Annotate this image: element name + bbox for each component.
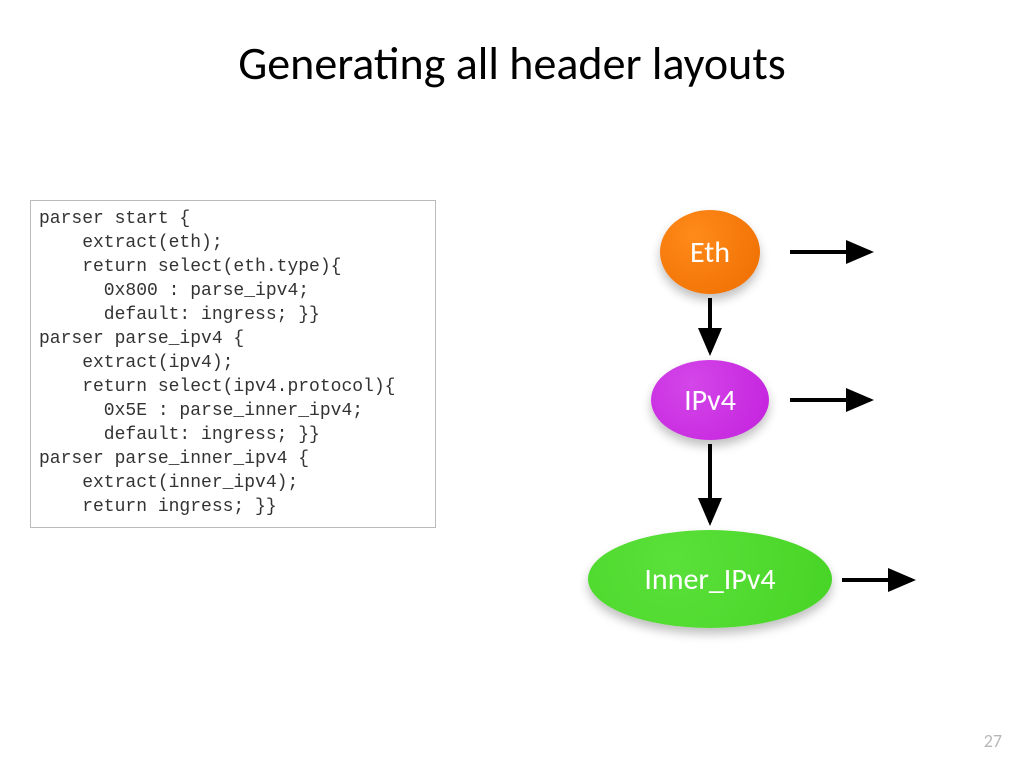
node-inner-ipv4: Inner_IPv4 [588, 530, 832, 628]
parser-code: parser start { extract(eth); return sele… [30, 200, 436, 528]
page-number: 27 [984, 730, 1002, 752]
node-inner-label: Inner_IPv4 [644, 561, 775, 598]
node-ipv4-label: IPv4 [684, 382, 736, 419]
node-ipv4: IPv4 [651, 360, 769, 440]
node-eth: Eth [660, 210, 760, 294]
slide-title: Generating all header layouts [0, 36, 1024, 92]
node-eth-label: Eth [690, 234, 730, 271]
